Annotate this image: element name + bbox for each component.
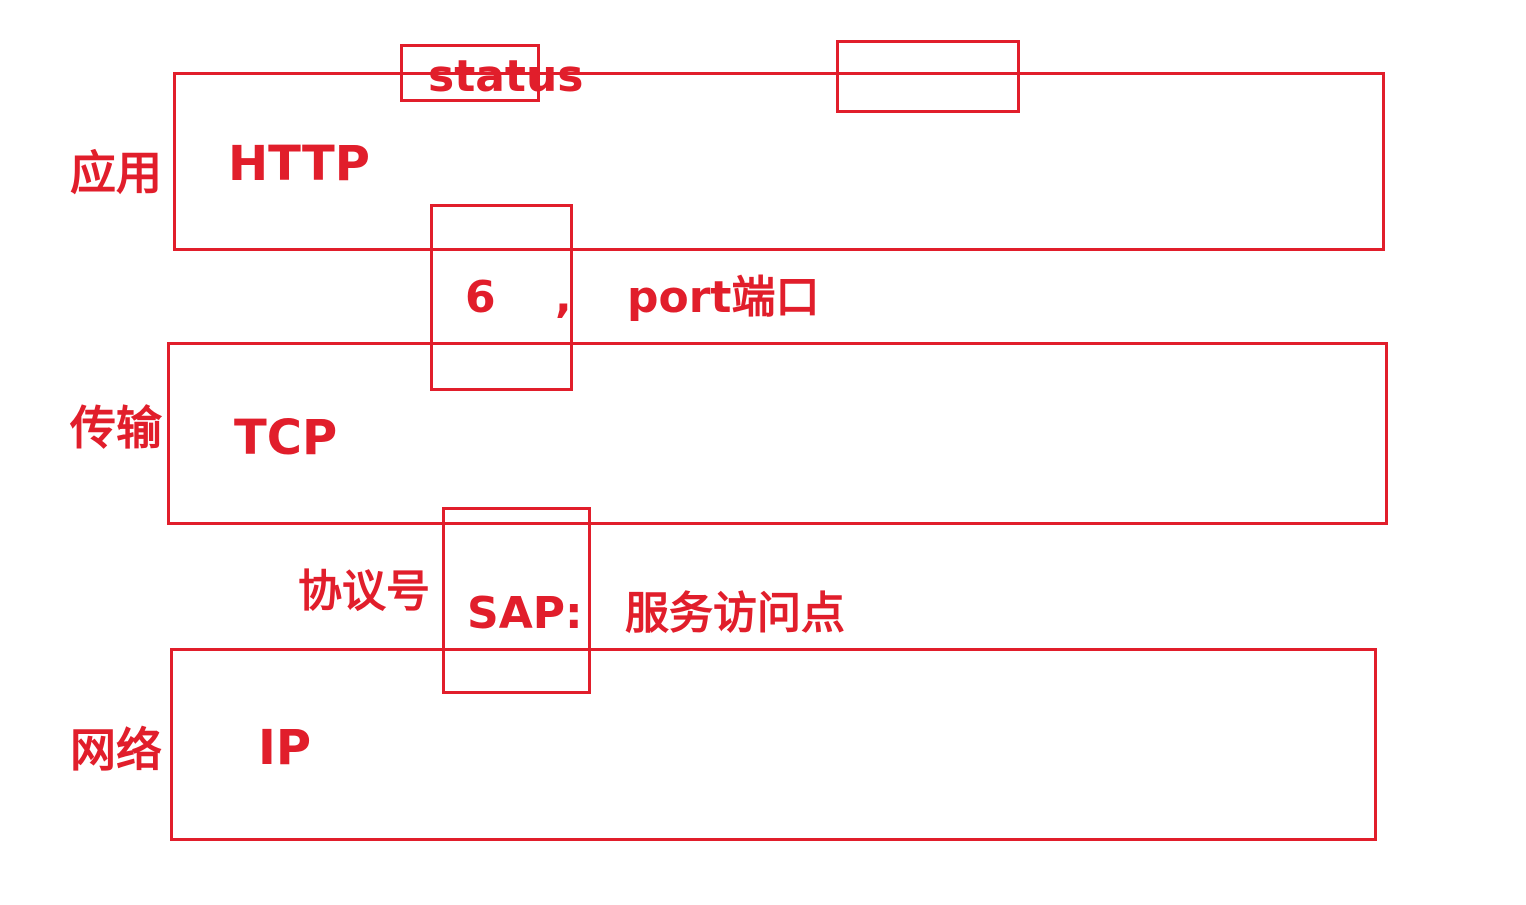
port-connector-box [430, 204, 573, 391]
sap-meaning-label: 服务访问点 [625, 588, 845, 639]
protocol-number-label: 协议号 [298, 566, 430, 617]
network-layer-label: 网络 [70, 723, 162, 777]
port-label: port端口 [627, 272, 820, 323]
sap-label: SAP: [467, 588, 583, 639]
empty-highlight-box [836, 40, 1020, 113]
transport-protocol-label: TCP [234, 410, 338, 466]
separator-comma: , [555, 272, 572, 323]
transport-layer-box [167, 342, 1388, 525]
application-protocol-label: HTTP [228, 136, 370, 192]
network-layer-box [170, 648, 1377, 841]
layer-diagram: 应用 传输 网络 HTTP TCP IP status 6 , port端口 协… [0, 0, 1526, 905]
status-label: status [428, 51, 584, 102]
transport-layer-label: 传输 [70, 401, 162, 455]
network-protocol-label: IP [258, 720, 312, 776]
application-layer-label: 应用 [70, 146, 162, 200]
protocol-number-value: 6 [465, 272, 496, 323]
